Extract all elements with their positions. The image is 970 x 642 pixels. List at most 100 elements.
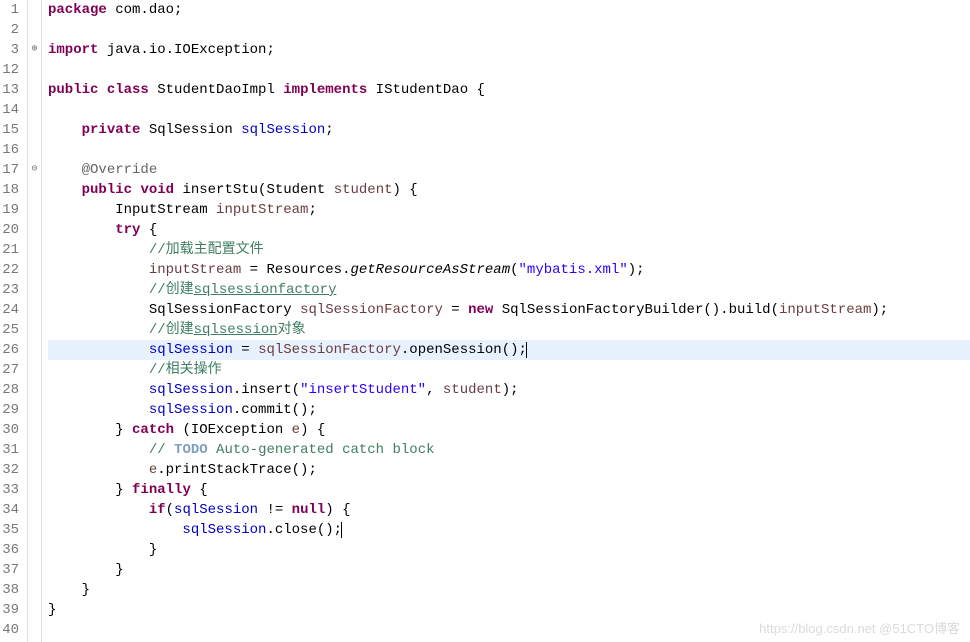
- code-line[interactable]: [48, 140, 970, 160]
- line-number: 28: [0, 380, 23, 400]
- line-number: 35: [0, 520, 23, 540]
- fold-marker[interactable]: [28, 620, 41, 640]
- code-line[interactable]: }: [48, 540, 970, 560]
- code-line[interactable]: [48, 20, 970, 40]
- line-number: 26: [0, 340, 23, 360]
- fold-marker[interactable]: [28, 560, 41, 580]
- fold-marker[interactable]: [28, 520, 41, 540]
- line-number: 20: [0, 220, 23, 240]
- line-number: 38: [0, 580, 23, 600]
- code-line[interactable]: sqlSession.close();: [48, 520, 970, 540]
- fold-marker[interactable]: [28, 400, 41, 420]
- fold-marker[interactable]: [28, 120, 41, 140]
- line-number-gutter: 1 2 3 12 13 14 15 16 17 18 19 20 21 22 2…: [0, 0, 28, 642]
- code-area[interactable]: package com.dao; import java.io.IOExcept…: [42, 0, 970, 642]
- fold-marker[interactable]: [28, 240, 41, 260]
- fold-marker[interactable]: [28, 180, 41, 200]
- line-number: 12: [0, 60, 23, 80]
- line-number: 16: [0, 140, 23, 160]
- line-number: 37: [0, 560, 23, 580]
- code-line[interactable]: private SqlSession sqlSession;: [48, 120, 970, 140]
- line-number: 30: [0, 420, 23, 440]
- fold-column[interactable]: ⊕ ⊖: [28, 0, 42, 642]
- code-line[interactable]: //创建sqlsessionfactory: [48, 280, 970, 300]
- line-number: 33: [0, 480, 23, 500]
- code-line[interactable]: sqlSession.commit();: [48, 400, 970, 420]
- line-number: 2: [0, 20, 23, 40]
- fold-marker[interactable]: [28, 80, 41, 100]
- line-number: 36: [0, 540, 23, 560]
- code-line[interactable]: [48, 100, 970, 120]
- line-number: 40: [0, 620, 23, 640]
- code-line[interactable]: e.printStackTrace();: [48, 460, 970, 480]
- fold-marker[interactable]: [28, 380, 41, 400]
- code-line[interactable]: inputStream = Resources.getResourceAsStr…: [48, 260, 970, 280]
- fold-marker[interactable]: [28, 300, 41, 320]
- code-line[interactable]: } catch (IOException e) {: [48, 420, 970, 440]
- code-line[interactable]: } finally {: [48, 480, 970, 500]
- code-line[interactable]: // TODO Auto-generated catch block: [48, 440, 970, 460]
- code-line[interactable]: //创建sqlsession对象: [48, 320, 970, 340]
- line-number: 27: [0, 360, 23, 380]
- fold-marker[interactable]: [28, 440, 41, 460]
- code-line[interactable]: try {: [48, 220, 970, 240]
- line-number: 23: [0, 280, 23, 300]
- code-line[interactable]: }: [48, 600, 970, 620]
- code-line[interactable]: @Override: [48, 160, 970, 180]
- code-line[interactable]: InputStream inputStream;: [48, 200, 970, 220]
- fold-marker[interactable]: [28, 280, 41, 300]
- line-number: 39: [0, 600, 23, 620]
- line-number: 3: [0, 40, 23, 60]
- code-editor[interactable]: 1 2 3 12 13 14 15 16 17 18 19 20 21 22 2…: [0, 0, 970, 642]
- text-caret: [341, 522, 342, 538]
- code-line[interactable]: if(sqlSession != null) {: [48, 500, 970, 520]
- fold-marker[interactable]: [28, 540, 41, 560]
- code-line[interactable]: package com.dao;: [48, 0, 970, 20]
- code-line[interactable]: import java.io.IOException;: [48, 40, 970, 60]
- fold-marker[interactable]: [28, 200, 41, 220]
- line-number: 24: [0, 300, 23, 320]
- code-line[interactable]: sqlSession.insert("insertStudent", stude…: [48, 380, 970, 400]
- line-number: 18: [0, 180, 23, 200]
- fold-marker[interactable]: [28, 20, 41, 40]
- line-number: 21: [0, 240, 23, 260]
- fold-marker[interactable]: [28, 580, 41, 600]
- fold-marker[interactable]: [28, 0, 41, 20]
- code-line[interactable]: public class StudentDaoImpl implements I…: [48, 80, 970, 100]
- fold-marker[interactable]: [28, 480, 41, 500]
- code-line[interactable]: }: [48, 560, 970, 580]
- fold-marker[interactable]: [28, 420, 41, 440]
- line-number: 25: [0, 320, 23, 340]
- fold-marker[interactable]: [28, 60, 41, 80]
- watermark-text: https://blog.csdn.net @51CTO博客: [759, 618, 960, 637]
- fold-marker[interactable]: [28, 320, 41, 340]
- fold-marker[interactable]: [28, 360, 41, 380]
- line-number: 17: [0, 160, 23, 180]
- code-line[interactable]: //相关操作: [48, 360, 970, 380]
- line-number: 14: [0, 100, 23, 120]
- code-line[interactable]: public void insertStu(Student student) {: [48, 180, 970, 200]
- fold-marker[interactable]: [28, 260, 41, 280]
- fold-marker[interactable]: [28, 140, 41, 160]
- line-number: 1: [0, 0, 23, 20]
- line-number: 31: [0, 440, 23, 460]
- code-line-current[interactable]: sqlSession = sqlSessionFactory.openSessi…: [48, 340, 970, 360]
- line-number: 34: [0, 500, 23, 520]
- line-number: 13: [0, 80, 23, 100]
- line-number: 29: [0, 400, 23, 420]
- fold-marker[interactable]: [28, 460, 41, 480]
- fold-marker[interactable]: ⊕: [28, 40, 41, 60]
- fold-marker[interactable]: [28, 600, 41, 620]
- fold-marker[interactable]: ⊖: [28, 160, 41, 180]
- fold-marker[interactable]: [28, 100, 41, 120]
- code-line[interactable]: }: [48, 580, 970, 600]
- line-number: 22: [0, 260, 23, 280]
- fold-marker[interactable]: [28, 500, 41, 520]
- fold-marker[interactable]: [28, 220, 41, 240]
- code-line[interactable]: //加载主配置文件: [48, 240, 970, 260]
- text-caret: [526, 342, 527, 358]
- fold-marker[interactable]: [28, 340, 41, 360]
- code-line[interactable]: SqlSessionFactory sqlSessionFactory = ne…: [48, 300, 970, 320]
- line-number: 19: [0, 200, 23, 220]
- code-line[interactable]: [48, 60, 970, 80]
